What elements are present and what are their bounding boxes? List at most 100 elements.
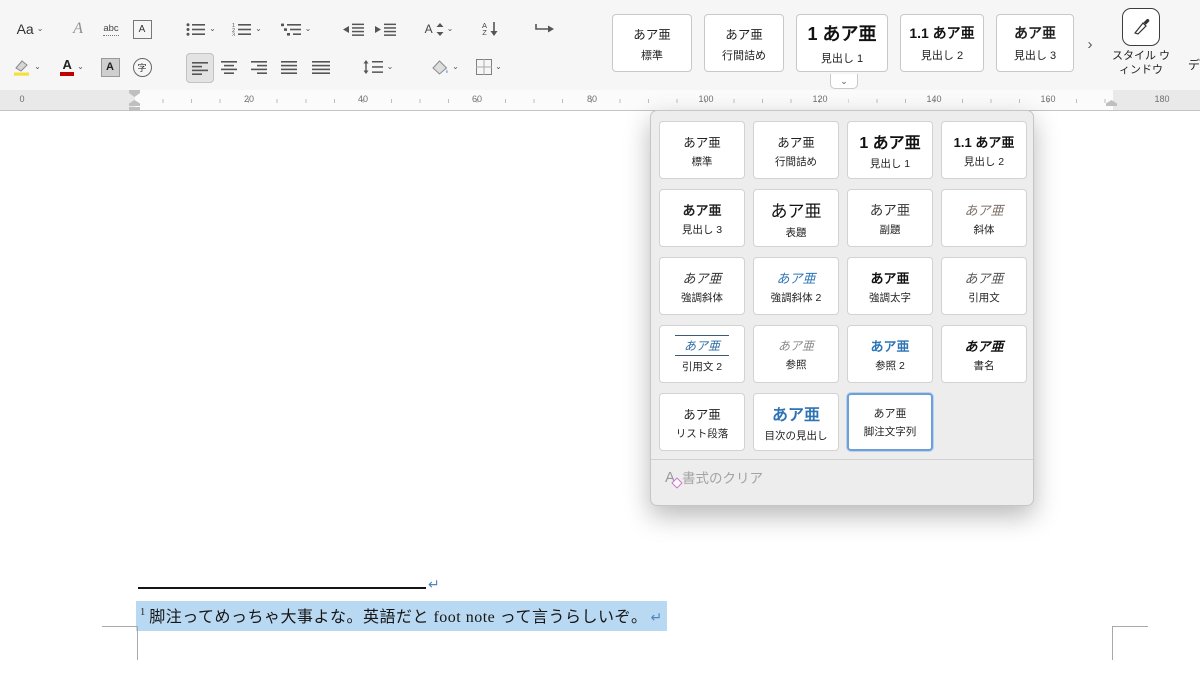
style-item[interactable]: 1 あア亜 見出し 1 [847, 121, 933, 179]
style-window-button[interactable]: スタイル ウィンドウ [1106, 4, 1176, 86]
style-label: 目次の見出し [764, 430, 828, 442]
panel-divider [651, 459, 1033, 460]
style-label: 引用文 2 [681, 360, 723, 373]
style-preview: あア亜 [777, 135, 815, 150]
text-sort-icon: A [424, 22, 433, 36]
style-label: 斜体 [973, 223, 995, 236]
style-label: 見出し 1 [869, 158, 911, 170]
ribbon-style-item[interactable]: 1 あア亜 見出し 1 [796, 14, 888, 72]
style-label: 見出し 3 [681, 223, 723, 236]
style-preview: あア亜 [683, 135, 721, 150]
gallery-more-button[interactable]: › [1082, 30, 1098, 58]
style-item[interactable]: あア亜 参照 [753, 325, 839, 383]
highlighter-icon [13, 59, 31, 76]
line-spacing-button[interactable]: ⌄ [356, 53, 400, 81]
style-preview: あア亜 [725, 27, 763, 42]
style-preview: あア亜 [674, 334, 729, 356]
ribbon-style-item[interactable]: あア亜 行間詰め [704, 14, 784, 72]
style-label: 強調斜体 [681, 291, 723, 304]
style-item[interactable]: あア亜 副題 [847, 189, 933, 247]
style-item[interactable]: あア亜 強調斜体 2 [753, 257, 839, 315]
style-label: 引用文 [968, 291, 1000, 304]
align-center-button[interactable] [216, 53, 242, 81]
phonetic-guide-icon: abc [103, 22, 119, 36]
align-center-icon [220, 60, 238, 74]
ribbon-style-item[interactable]: あア亜 見出し 3 [996, 14, 1074, 72]
text-selection: 1 脚注ってめっちゃ大事よな。英語だと foot note って言うらしいぞ。 … [136, 601, 668, 631]
gallery-expand-button[interactable]: ⌄ [830, 74, 858, 89]
change-case-button[interactable]: Aa ⌄ [8, 15, 52, 43]
font-color-icon: A [60, 58, 75, 76]
style-preview: あア亜 [873, 408, 907, 420]
style-label: 標準 [691, 155, 713, 168]
multilevel-list-button[interactable]: ⌄ [276, 15, 316, 43]
style-label: 書名 [973, 359, 995, 372]
text-sort-button[interactable]: A ⌄ [418, 15, 460, 43]
borders-button[interactable]: ⌄ [468, 53, 510, 81]
bullet-list-button[interactable]: ⌄ [183, 15, 219, 43]
style-preview: あア亜 [870, 270, 910, 286]
line-spacing-icon [363, 60, 384, 74]
align-left-icon [191, 61, 209, 75]
decrease-indent-icon [342, 23, 364, 36]
footnote-paragraph[interactable]: 1 脚注ってめっちゃ大事よな。英語だと foot note って言うらしいぞ。 … [136, 601, 668, 631]
chevron-down-icon: ⌄ [495, 62, 502, 71]
style-item[interactable]: あア亜 斜体 [941, 189, 1027, 247]
character-border-button[interactable]: A [128, 15, 156, 43]
style-item[interactable]: あア亜 書名 [941, 325, 1027, 383]
text-boundary-corner-bottom-left [102, 626, 138, 660]
distribute-text-button[interactable] [306, 53, 336, 81]
chevron-down-icon: ⌄ [452, 62, 459, 71]
style-item[interactable]: あア亜 リスト段落 [659, 393, 745, 451]
style-item[interactable]: あア亜 行間詰め [753, 121, 839, 179]
style-item[interactable]: あア亜 標準 [659, 121, 745, 179]
style-item[interactable]: あア亜 目次の見出し [753, 393, 839, 451]
style-item[interactable]: あア亜 見出し 3 [659, 189, 745, 247]
clear-formatting-button[interactable]: A 書式のクリア [665, 467, 764, 489]
style-window-label: スタイル ウィンドウ [1111, 50, 1171, 76]
align-left-button[interactable] [186, 53, 214, 83]
style-preview: あア亜 [964, 270, 1004, 286]
ribbon-style-item[interactable]: あア亜 標準 [612, 14, 692, 72]
justify-button[interactable] [276, 53, 302, 81]
phonetic-guide-button[interactable]: abc [96, 15, 126, 43]
clipped-right-button[interactable]: デ [1188, 4, 1200, 86]
highlighter-button[interactable]: ⌄ [6, 53, 48, 81]
style-label: 強調太字 [869, 291, 911, 304]
font-color-button[interactable]: A ⌄ [52, 53, 92, 81]
style-preview: 1 あア亜 [807, 24, 877, 44]
style-preview: あア亜 [633, 27, 671, 42]
numbered-list-button[interactable]: 123 ⌄ [228, 15, 266, 43]
enclose-characters-button[interactable]: 字 [128, 53, 156, 81]
text-effects-button[interactable]: A [64, 15, 92, 43]
style-label: 標準 [641, 49, 663, 62]
clear-formatting-label: 書式のクリア [682, 471, 764, 486]
horizontal-ruler: 0 20 40 60 80 100 120 140 160 180 [0, 90, 1200, 111]
style-item[interactable]: あア亜 表題 [753, 189, 839, 247]
style-item[interactable]: あア亜 強調太字 [847, 257, 933, 315]
ruler-number: 40 [357, 94, 368, 104]
style-item[interactable]: あア亜 強調斜体 [659, 257, 745, 315]
align-right-button[interactable] [246, 53, 272, 81]
character-border-icon: A [132, 19, 152, 39]
increase-indent-button[interactable] [370, 15, 400, 43]
paintbrush-icon [1122, 8, 1160, 46]
character-shading-button[interactable]: A [96, 53, 124, 81]
ruler-number: 60 [471, 94, 482, 104]
ribbon-style-item[interactable]: 1.1 あア亜 見出し 2 [900, 14, 984, 72]
style-item[interactable]: あア亜 参照 2 [847, 325, 933, 383]
style-item[interactable]: 1.1 あア亜 見出し 2 [941, 121, 1027, 179]
ruler-number: 80 [586, 94, 597, 104]
distribute-text-icon [311, 60, 331, 74]
style-label: 強調斜体 2 [770, 291, 822, 304]
ruler-number: 100 [698, 94, 714, 104]
shading-button[interactable]: ⌄ [424, 53, 466, 81]
style-item[interactable]: あア亜 引用文 [941, 257, 1027, 315]
style-label: 参照 [785, 358, 807, 371]
decrease-indent-button[interactable] [338, 15, 368, 43]
style-item[interactable]: あア亜 引用文 2 [659, 325, 745, 383]
chevron-down-icon: ⌄ [34, 62, 41, 71]
paragraph-return-button[interactable] [526, 15, 562, 43]
style-item-selected[interactable]: あア亜 脚注文字列 [847, 393, 933, 451]
sort-button[interactable]: AZ [473, 15, 507, 43]
